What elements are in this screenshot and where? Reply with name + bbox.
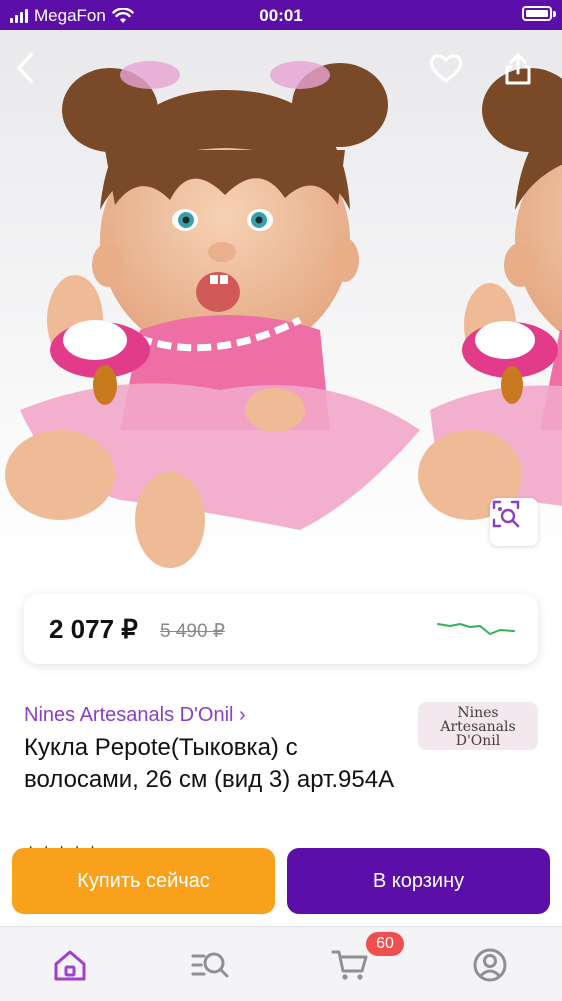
add-to-cart-button[interactable]: В корзину xyxy=(287,848,550,914)
current-price: 2 077 ₽ xyxy=(49,614,138,644)
old-price: 5 490 ₽ xyxy=(160,621,225,642)
home-icon xyxy=(54,950,86,981)
favorite-button[interactable] xyxy=(428,52,472,96)
price-trend-sparkline xyxy=(437,623,515,635)
tab-home[interactable] xyxy=(48,943,92,987)
cart-count-badge: 60 xyxy=(366,932,404,956)
bottom-tab-bar xyxy=(0,926,562,1001)
product-image-gallery[interactable] xyxy=(0,30,562,570)
share-button[interactable] xyxy=(503,52,547,96)
brand-link[interactable]: Nines Artesanals D'Onil › xyxy=(24,704,246,727)
cart-icon xyxy=(331,950,368,980)
tab-cart[interactable] xyxy=(328,943,372,987)
product-title: Кукла Pepote(Тыковка) с волосами, 26 см … xyxy=(24,734,395,793)
tab-catalog[interactable] xyxy=(188,943,232,987)
battery-icon xyxy=(522,6,552,21)
status-bar: MegaFon 00:01 xyxy=(0,0,562,30)
heart-icon xyxy=(429,54,463,83)
product-photo xyxy=(0,30,562,570)
chevron-left-icon xyxy=(17,53,33,83)
brand-logo[interactable]: Nines Artesanals D'Onil xyxy=(418,702,538,750)
clock: 00:01 xyxy=(259,6,303,25)
catalog-search-icon xyxy=(191,952,229,978)
visual-search-button[interactable] xyxy=(490,498,538,546)
back-button[interactable] xyxy=(14,52,58,96)
profile-icon xyxy=(473,948,507,982)
price-card[interactable]: 2 077 ₽ 5 490 ₽ xyxy=(24,594,538,664)
buy-now-button[interactable]: Купить сейчас xyxy=(12,848,275,914)
tab-profile[interactable] xyxy=(468,943,512,987)
image-search-icon xyxy=(492,500,520,528)
share-icon xyxy=(505,53,531,85)
